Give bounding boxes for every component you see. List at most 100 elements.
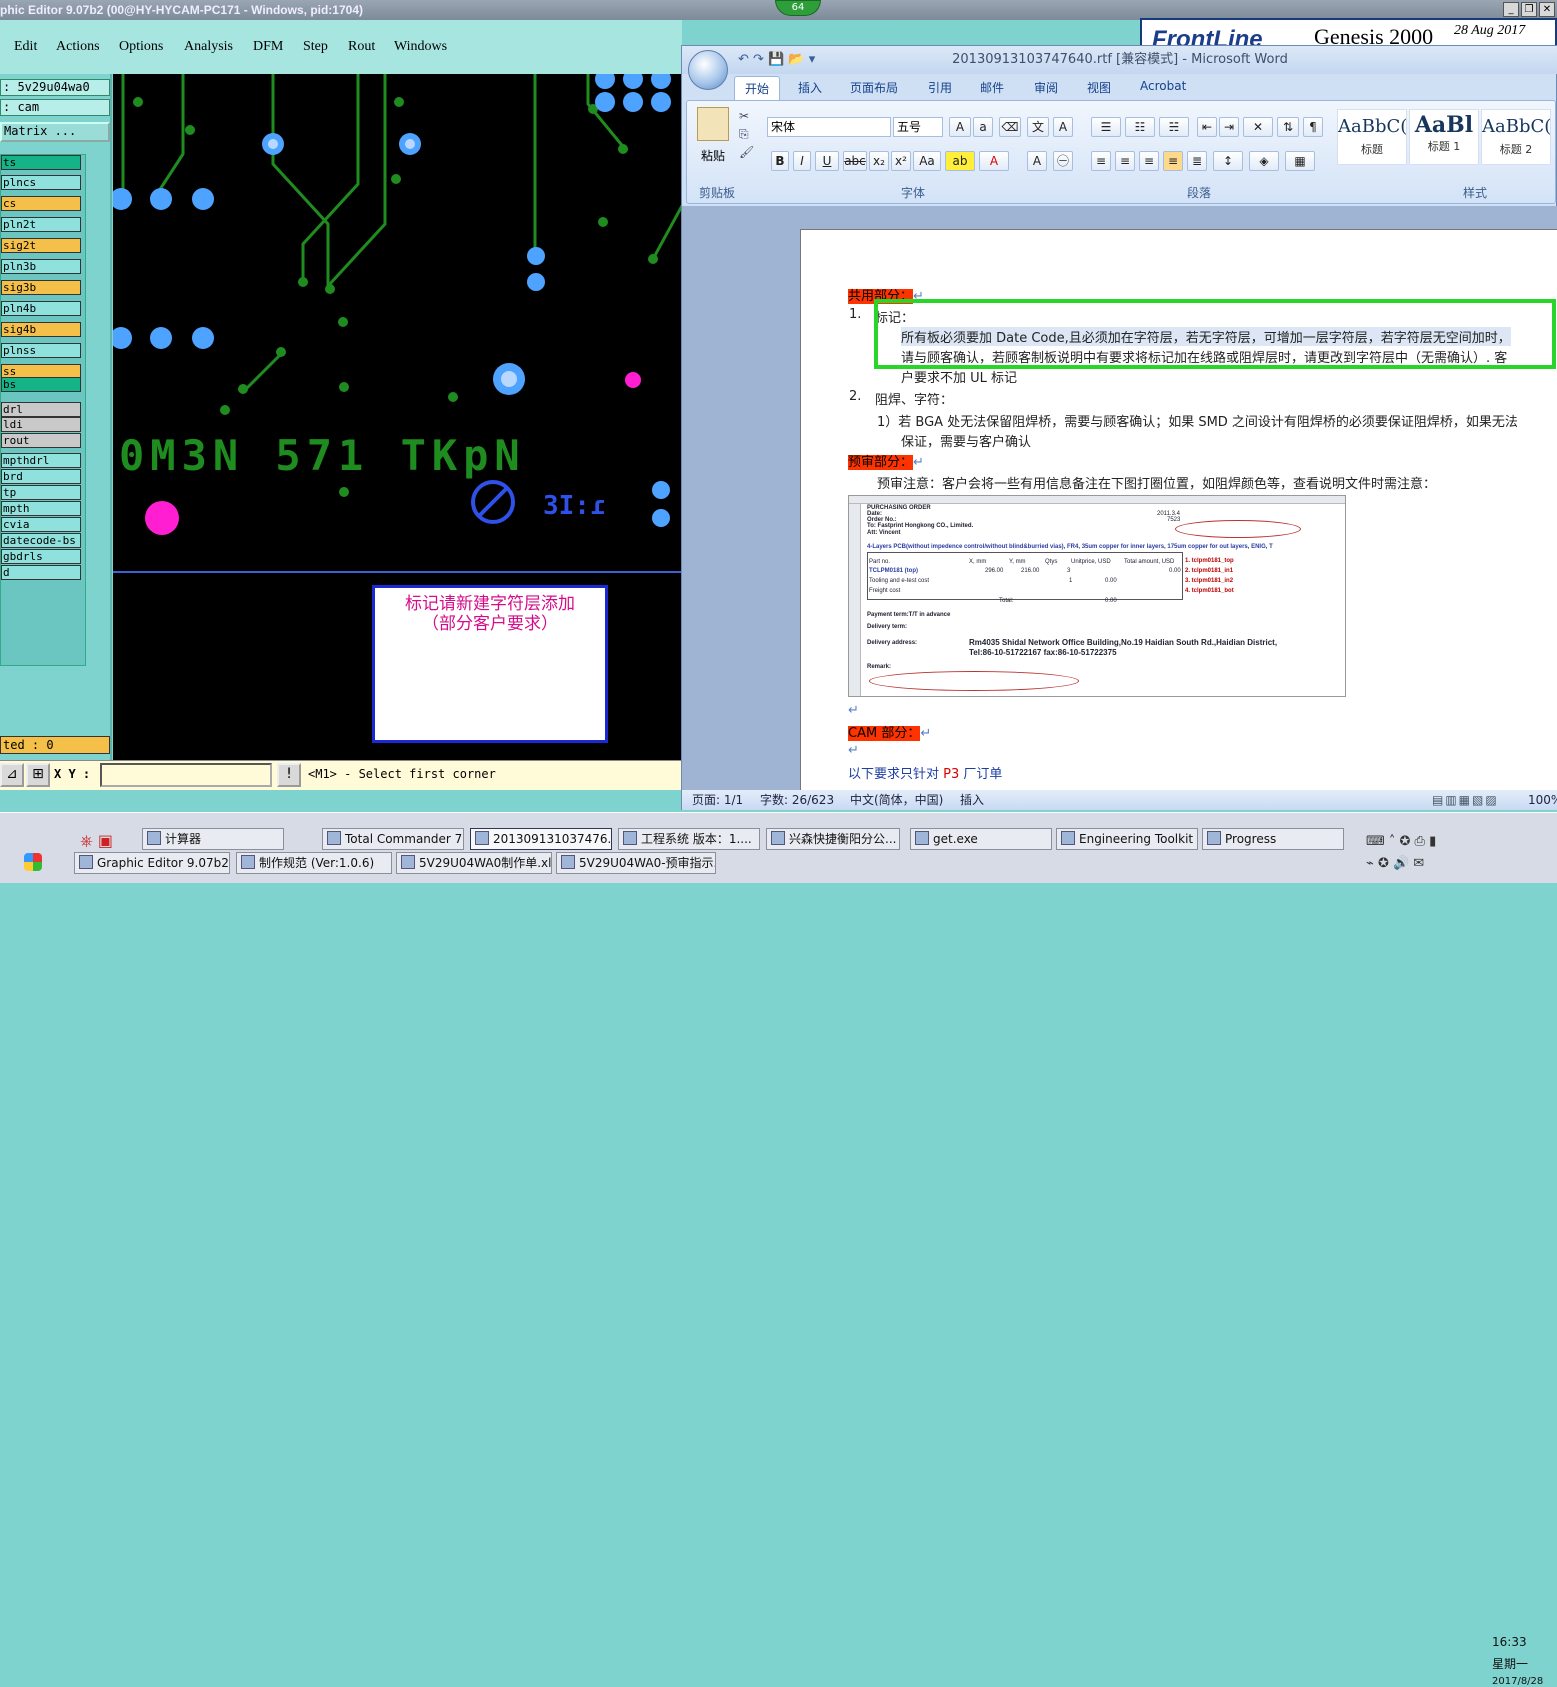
change-case-icon[interactable]: Aa — [913, 151, 941, 171]
style-heading[interactable]: AaBbC( 标题 — [1337, 109, 1407, 165]
border-icon[interactable]: ▦ — [1285, 151, 1315, 171]
task-engineering-toolkit[interactable]: Engineering Toolkit 9.... — [1056, 828, 1198, 850]
clipboard-icons[interactable]: ✂ ⎘ 🖌 — [739, 107, 754, 161]
task-total-commander[interactable]: Total Commander 7.0... — [322, 828, 464, 850]
grid-icon[interactable]: ⊞ — [26, 763, 50, 787]
underline-icon[interactable]: U — [815, 151, 839, 171]
status-page[interactable]: 页面: 1/1 — [692, 790, 743, 810]
align-center-icon[interactable]: ≡ — [1115, 151, 1135, 171]
task-excel[interactable]: 5V29U04WA0制作单.xls... — [396, 852, 552, 874]
menu-actions[interactable]: Actions — [56, 39, 100, 55]
align-left-icon[interactable]: ≡ — [1091, 151, 1111, 171]
layer-item-pln4b[interactable]: pln4b — [1, 301, 81, 316]
grow-font-icon[interactable]: A — [949, 117, 971, 137]
task-calculator[interactable]: 计算器 — [142, 828, 284, 850]
paste-label[interactable]: 粘贴 — [701, 147, 725, 164]
shrink-font-icon[interactable]: a — [973, 117, 993, 137]
align-right-icon[interactable]: ≡ — [1139, 151, 1159, 171]
subscript-icon[interactable]: x₂ — [869, 151, 889, 171]
layer-item-ldi[interactable]: ldi — [1, 417, 81, 432]
distribute-icon[interactable]: ≣ — [1187, 151, 1207, 171]
show-marks-icon[interactable]: ¶ — [1303, 117, 1323, 137]
task-graphic-editor[interactable]: Graphic Editor 9.07b2 (0... — [74, 852, 230, 874]
asian-layout-icon[interactable]: ✕ — [1243, 117, 1273, 137]
layer-item-drl[interactable]: drl — [1, 402, 81, 417]
clear-format-icon[interactable]: ⌫ — [999, 117, 1021, 137]
task-get-exe[interactable]: get.exe — [910, 828, 1052, 850]
layer-item-tp[interactable]: tp — [1, 485, 81, 500]
task-engineering-system[interactable]: 工程系统 版本：1.... — [618, 828, 760, 850]
font-name-combo[interactable]: 宋体 — [767, 117, 891, 137]
menu-analysis[interactable]: Analysis — [184, 39, 233, 55]
phonetic-icon[interactable]: 文 — [1027, 117, 1049, 137]
status-mode[interactable]: 插入 — [960, 790, 984, 810]
layer-item-cvia[interactable]: cvia — [1, 517, 81, 532]
layer-item-plncs[interactable]: plncs — [1, 175, 81, 190]
style-heading-2[interactable]: AaBbC( 标题 2 — [1481, 109, 1551, 165]
layer-item-sig2t[interactable]: sig2t — [1, 238, 81, 253]
layer-item-bs[interactable]: bs — [1, 377, 81, 392]
menu-rout[interactable]: Rout — [348, 39, 375, 55]
paste-icon[interactable] — [697, 107, 729, 141]
strike-icon[interactable]: abc — [843, 151, 867, 171]
tab-mailings[interactable]: 邮件 — [980, 79, 1004, 96]
justify-icon[interactable]: ≡ — [1163, 151, 1183, 171]
italic-icon[interactable]: I — [793, 151, 811, 171]
quicklaunch-icon[interactable]: ⎈ ▣ — [80, 831, 113, 851]
start-icon[interactable] — [24, 853, 42, 871]
task-preview-doc[interactable]: 5V29U04WA0-预审指示... — [556, 852, 716, 874]
layer-item-rout[interactable]: rout — [1, 433, 81, 448]
bold-icon[interactable]: B — [771, 151, 789, 171]
layer-item-pln3b[interactable]: pln3b — [1, 259, 81, 274]
tab-home[interactable]: 开始 — [734, 76, 781, 100]
snap-icon[interactable]: ⊿ — [0, 763, 24, 787]
status-words[interactable]: 字数: 26/623 — [760, 790, 834, 810]
xy-input[interactable] — [100, 763, 272, 787]
layer-item-ts[interactable]: ts — [1, 155, 81, 170]
minimize-icon[interactable]: _ — [1503, 2, 1519, 17]
tab-acrobat[interactable]: Acrobat — [1140, 79, 1186, 93]
superscript-icon[interactable]: x² — [891, 151, 911, 171]
menu-dfm[interactable]: DFM — [253, 39, 283, 55]
decrease-indent-icon[interactable]: ⇤ — [1197, 117, 1217, 137]
menu-options[interactable]: Options — [119, 39, 163, 55]
shading-icon[interactable]: A — [1027, 151, 1047, 171]
menu-edit[interactable]: Edit — [14, 39, 37, 55]
task-spec[interactable]: 制作规范 (Ver:1.0.6) — [236, 852, 392, 874]
close-icon[interactable]: ✕ — [1539, 2, 1555, 17]
bullets-icon[interactable]: ☰ — [1091, 117, 1121, 137]
menu-step[interactable]: Step — [303, 39, 328, 55]
task-word-doc[interactable]: 201309131037476... — [470, 828, 612, 850]
status-language[interactable]: 中文(简体，中国) — [850, 790, 943, 810]
layer-item-sig3b[interactable]: sig3b — [1, 280, 81, 295]
line-spacing-icon[interactable]: ↕ — [1213, 151, 1243, 171]
step-field[interactable]: : cam — [0, 99, 110, 116]
matrix-button[interactable]: Matrix ... — [0, 122, 110, 142]
numbering-icon[interactable]: ☷ — [1125, 117, 1155, 137]
tab-references[interactable]: 引用 — [928, 79, 952, 96]
task-xingsen[interactable]: 兴森快捷衡阳分公... — [766, 828, 900, 850]
layer-item-sig4b[interactable]: sig4b — [1, 322, 81, 337]
layer-item-brd[interactable]: brd — [1, 469, 81, 484]
tab-review[interactable]: 审阅 — [1034, 79, 1058, 96]
layer-item-datecode-bs[interactable]: datecode-bs — [1, 533, 81, 548]
font-size-combo[interactable]: 五号 — [893, 117, 943, 137]
highlight-icon[interactable]: ab — [945, 151, 975, 171]
layer-item-cs[interactable]: cs — [1, 196, 81, 211]
layer-item-mpth[interactable]: mpth — [1, 501, 81, 516]
increase-indent-icon[interactable]: ⇥ — [1219, 117, 1239, 137]
layer-item-mpthdrl[interactable]: mpthdrl — [1, 453, 81, 468]
layer-item-d[interactable]: d — [1, 565, 81, 580]
style-heading-1[interactable]: AaBl 标题 1 — [1409, 109, 1479, 165]
status-zoom[interactable]: 100% — [1528, 790, 1557, 810]
layer-item-plnss[interactable]: plnss — [1, 343, 81, 358]
alert-icon[interactable]: ! — [277, 763, 301, 787]
multilevel-icon[interactable]: ☵ — [1159, 117, 1189, 137]
sort-icon[interactable]: ⇅ — [1277, 117, 1299, 137]
tab-layout[interactable]: 页面布局 — [850, 79, 898, 96]
enclose-icon[interactable]: ㊀ — [1053, 151, 1073, 171]
tab-insert[interactable]: 插入 — [798, 79, 822, 96]
task-progress[interactable]: Progress — [1202, 828, 1344, 850]
tab-view[interactable]: 视图 — [1087, 79, 1111, 96]
restore-icon[interactable]: ❐ — [1521, 2, 1537, 17]
